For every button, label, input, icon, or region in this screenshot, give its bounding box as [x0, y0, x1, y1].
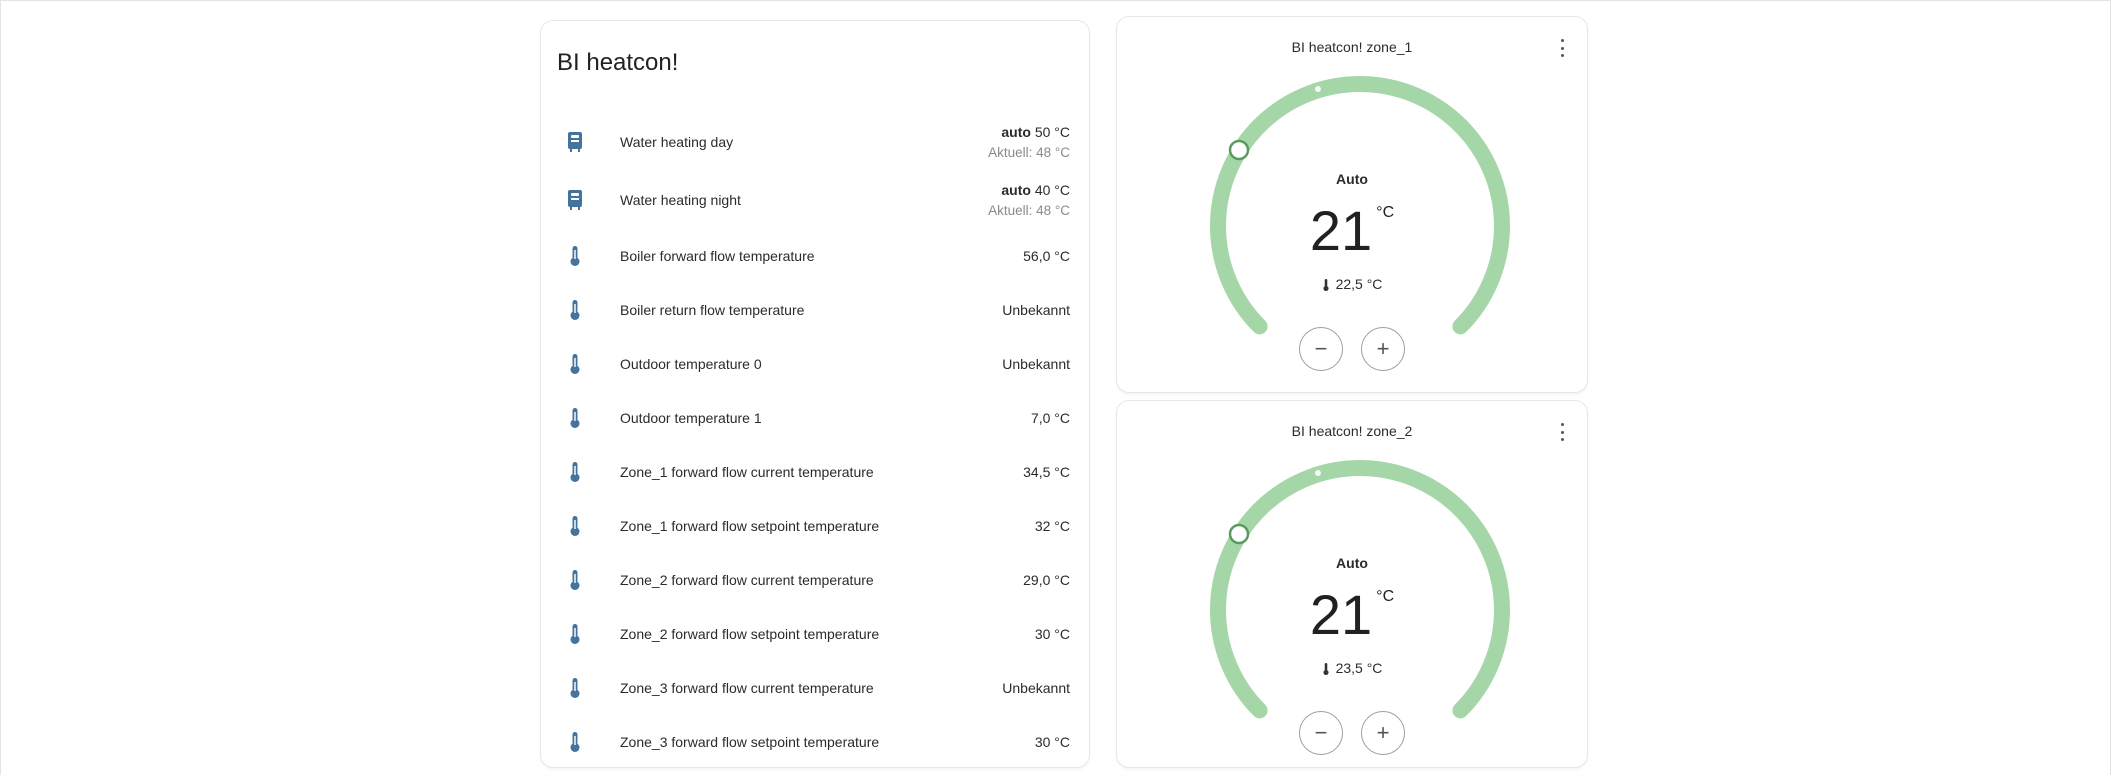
entity-name: Zone_2 forward flow setpoint temperature	[620, 626, 880, 642]
state-mode: auto	[1001, 182, 1031, 198]
state-current: Aktuell: 48 °C	[988, 145, 1070, 160]
entity-state: Unbekannt	[1002, 356, 1070, 372]
entity-row[interactable]: Outdoor temperature 1 7,0 °C	[541, 391, 1089, 445]
increase-button[interactable]: +	[1361, 327, 1405, 371]
current-value: 22,5 °C	[1335, 276, 1383, 292]
thermometer-icon	[570, 624, 580, 644]
thermometer-icon	[570, 732, 580, 752]
entities-card: BI heatcon! Water heating day auto 50 °C…	[541, 21, 1089, 767]
increase-button[interactable]: +	[1361, 711, 1405, 755]
thermometer-icon	[570, 678, 580, 698]
thermostat-card-zone-1: BI heatcon! zone_1 Auto 21 °C 22,5 °C − +	[1117, 17, 1587, 392]
entity-state: Unbekannt	[1002, 302, 1070, 318]
entity-row[interactable]: Outdoor temperature 0 Unbekannt	[541, 337, 1089, 391]
target-unit: °C	[1376, 204, 1395, 221]
thermometer-icon	[1322, 279, 1329, 291]
target-unit: °C	[1376, 588, 1395, 605]
thermometer-icon	[570, 570, 580, 590]
entity-row[interactable]: Zone_2 forward flow current temperature 2…	[541, 553, 1089, 607]
entity-name: Zone_2 forward flow current temperature	[620, 572, 874, 588]
entity-row[interactable]: Boiler forward flow temperature 56,0 °C	[541, 229, 1089, 283]
setpoint-handle	[1228, 139, 1250, 161]
water-heater-icon	[568, 132, 582, 152]
entity-name: Outdoor temperature 0	[620, 356, 762, 372]
thermometer-icon	[570, 246, 580, 266]
current-temperature: 23,5 °C	[1117, 660, 1587, 676]
state-value: 50 °C	[1034, 124, 1070, 140]
entity-state: 30 °C	[1034, 626, 1070, 642]
hvac-mode: Auto	[1336, 171, 1368, 187]
target-value: 21	[1309, 199, 1373, 262]
entity-name: Boiler forward flow temperature	[620, 248, 815, 264]
target-value: 21	[1309, 583, 1373, 646]
entity-name: Water heating day	[620, 134, 734, 150]
decrease-button[interactable]: −	[1299, 327, 1343, 371]
entity-state: 30 °C	[1034, 734, 1070, 750]
thermometer-icon	[570, 354, 580, 374]
entity-row[interactable]: Zone_3 forward flow setpoint temperature…	[541, 715, 1089, 769]
current-temperature: 22,5 °C	[1117, 276, 1587, 292]
entity-list: Water heating day auto 50 °C Aktuell: 48…	[541, 113, 1089, 769]
water-heater-icon	[568, 190, 582, 210]
target-temperature[interactable]: 21 °C	[1117, 587, 1587, 643]
entity-row-water-heating-night[interactable]: Water heating night auto 40 °C Aktuell: …	[541, 171, 1089, 229]
entity-row[interactable]: Zone_1 forward flow setpoint temperature…	[541, 499, 1089, 553]
entity-state: 56,0 °C	[1023, 248, 1070, 264]
entity-state: 29,0 °C	[1023, 572, 1070, 588]
entity-name: Zone_1 forward flow current temperature	[620, 464, 874, 480]
entity-state: auto 50 °C Aktuell: 48 °C	[988, 124, 1070, 160]
entity-name: Zone_3 forward flow setpoint temperature	[620, 734, 880, 750]
entity-row[interactable]: Zone_2 forward flow setpoint temperature…	[541, 607, 1089, 661]
card-title: BI heatcon!	[557, 49, 679, 76]
hvac-mode: Auto	[1336, 555, 1368, 571]
entity-state: Unbekannt	[1002, 680, 1070, 696]
setpoint-handle	[1228, 523, 1250, 545]
state-value: 40 °C	[1034, 182, 1070, 198]
decrease-button[interactable]: −	[1299, 711, 1343, 755]
entity-name: Zone_1 forward flow setpoint temperature	[620, 518, 880, 534]
entity-state: 34,5 °C	[1023, 464, 1070, 480]
thermometer-icon	[570, 516, 580, 536]
state-mode: auto	[1001, 124, 1031, 140]
current-value: 23,5 °C	[1335, 660, 1383, 676]
entity-state: 7,0 °C	[1030, 410, 1070, 426]
thermometer-icon	[570, 462, 580, 482]
entity-state: 32 °C	[1034, 518, 1070, 534]
entity-state: auto 40 °C Aktuell: 48 °C	[988, 182, 1070, 218]
entity-row[interactable]: Zone_1 forward flow current temperature 3…	[541, 445, 1089, 499]
state-current: Aktuell: 48 °C	[988, 203, 1070, 218]
entity-name: Water heating night	[620, 192, 741, 208]
entity-row[interactable]: Zone_3 forward flow current temperature U…	[541, 661, 1089, 715]
dial-accent-dot	[1315, 86, 1321, 92]
target-temperature[interactable]: 21 °C	[1117, 203, 1587, 259]
thermometer-icon	[570, 408, 580, 428]
thermostat-card-zone-2: BI heatcon! zone_2 Auto 21 °C 23,5 °C − +	[1117, 401, 1587, 767]
thermometer-icon	[1322, 663, 1329, 675]
thermometer-icon	[570, 300, 580, 320]
entity-row-water-heating-day[interactable]: Water heating day auto 50 °C Aktuell: 48…	[541, 113, 1089, 171]
entity-name: Zone_3 forward flow current temperature	[620, 680, 874, 696]
entity-name: Boiler return flow temperature	[620, 302, 805, 318]
entity-name: Outdoor temperature 1	[620, 410, 762, 426]
dial-accent-dot	[1315, 470, 1321, 476]
entity-row[interactable]: Boiler return flow temperature Unbekannt	[541, 283, 1089, 337]
